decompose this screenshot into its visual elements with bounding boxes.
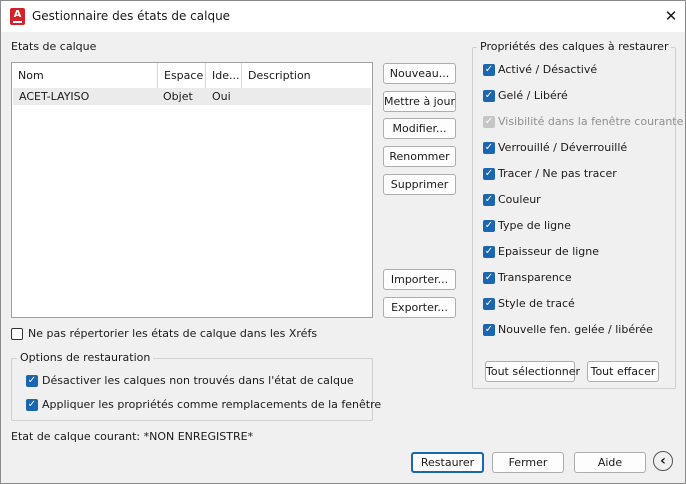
prop-epaisseur-label: Epaisseur de ligne: [498, 245, 600, 258]
prop-couleur-label: Couleur: [498, 193, 541, 206]
properties-group: Propriétés des calques à restaurer ✓ Act…: [472, 40, 683, 389]
layer-states-manager-dialog: A Gestionnaire des états de calque ✕ Eta…: [0, 0, 686, 484]
restaurer-button[interactable]: Restaurer: [411, 452, 484, 473]
desactiver-calques-label: Désactiver les calques non trouvés dans …: [42, 374, 354, 387]
prop-gele-label: Gelé / Libéré: [498, 89, 568, 102]
prop-couleur-checkbox[interactable]: ✓: [483, 194, 495, 206]
nouveau-button[interactable]: Nouveau...: [383, 63, 456, 84]
aide-button[interactable]: Aide: [574, 452, 646, 473]
prop-active-label: Activé / Désactivé: [498, 63, 598, 76]
current-layer-state: Etat de calque courant: *NON ENREGISTRE*: [11, 430, 254, 443]
desactiver-calques-checkbox[interactable]: ✓: [26, 375, 38, 387]
modifier-button[interactable]: Modifier...: [383, 118, 456, 139]
prop-type-ligne-label: Type de ligne: [498, 219, 571, 232]
tout-effacer-button[interactable]: Tout effacer: [587, 361, 659, 382]
close-icon[interactable]: ✕: [663, 7, 679, 25]
prop-tracer-label: Tracer / Ne pas tracer: [498, 167, 617, 180]
table-row[interactable]: ACET-LAYISO Objet Oui: [13, 88, 371, 105]
chevron-left-icon[interactable]: ‹: [653, 451, 673, 471]
prop-nouvelle-fen-label: Nouvelle fen. gelée / libérée: [498, 323, 653, 336]
row-ide: Oui: [212, 90, 231, 103]
window-title: Gestionnaire des états de calque: [32, 9, 231, 23]
prop-verrouille-label: Verrouillé / Déverrouillé: [498, 141, 628, 154]
ne-pas-repertorier-label: Ne pas répertorier les états de calque d…: [28, 327, 318, 340]
prop-style-trace-checkbox[interactable]: ✓: [483, 298, 495, 310]
column-header-nom[interactable]: Nom: [12, 63, 158, 88]
prop-type-ligne-checkbox[interactable]: ✓: [483, 220, 495, 232]
prop-style-trace-label: Style de tracé: [498, 297, 575, 310]
prop-gele-checkbox[interactable]: ✓: [483, 90, 495, 102]
title-bar: A Gestionnaire des états de calque ✕: [1, 1, 685, 32]
prop-visibilite-checkbox: ✓: [483, 116, 495, 128]
prop-transparence-label: Transparence: [498, 271, 572, 284]
prop-verrouille-checkbox[interactable]: ✓: [483, 142, 495, 154]
prop-transparence-checkbox[interactable]: ✓: [483, 272, 495, 284]
supprimer-button[interactable]: Supprimer: [383, 174, 456, 195]
importer-button[interactable]: Importer...: [383, 269, 456, 290]
appliquer-proprietes-checkbox[interactable]: ✓: [26, 399, 38, 411]
prop-tracer-checkbox[interactable]: ✓: [483, 168, 495, 180]
row-espace: Objet: [163, 90, 193, 103]
options-restauration-label: Options de restauration: [17, 351, 154, 364]
ne-pas-repertorier-checkbox[interactable]: [11, 328, 23, 340]
properties-label: Propriétés des calques à restaurer: [477, 40, 672, 53]
prop-active-checkbox[interactable]: ✓: [483, 64, 495, 76]
prop-visibilite-label: Visibilité dans la fenêtre courante: [498, 115, 684, 128]
column-header-ide[interactable]: Ide...: [206, 63, 242, 88]
tout-selectionner-button[interactable]: Tout sélectionner: [485, 361, 580, 382]
prop-nouvelle-fen-checkbox[interactable]: ✓: [483, 324, 495, 336]
layer-states-list[interactable]: Nom Espace Ide... Description ACET-LAYIS…: [11, 62, 373, 318]
mettre-a-jour-button[interactable]: Mettre à jour: [383, 91, 456, 112]
column-header-espace[interactable]: Espace: [158, 63, 206, 88]
row-nom: ACET-LAYISO: [19, 90, 90, 103]
autocad-app-icon: A: [10, 8, 25, 25]
renommer-button[interactable]: Renommer: [383, 146, 456, 167]
options-restauration-group: Options de restauration ✓ Désactiver les…: [11, 351, 381, 421]
column-header-description[interactable]: Description: [242, 63, 372, 88]
fermer-button[interactable]: Fermer: [492, 452, 564, 473]
layer-states-label: Etats de calque: [11, 40, 97, 53]
prop-epaisseur-checkbox[interactable]: ✓: [483, 246, 495, 258]
exporter-button[interactable]: Exporter...: [383, 297, 456, 318]
appliquer-proprietes-label: Appliquer les propriétés comme remplacem…: [42, 398, 382, 411]
